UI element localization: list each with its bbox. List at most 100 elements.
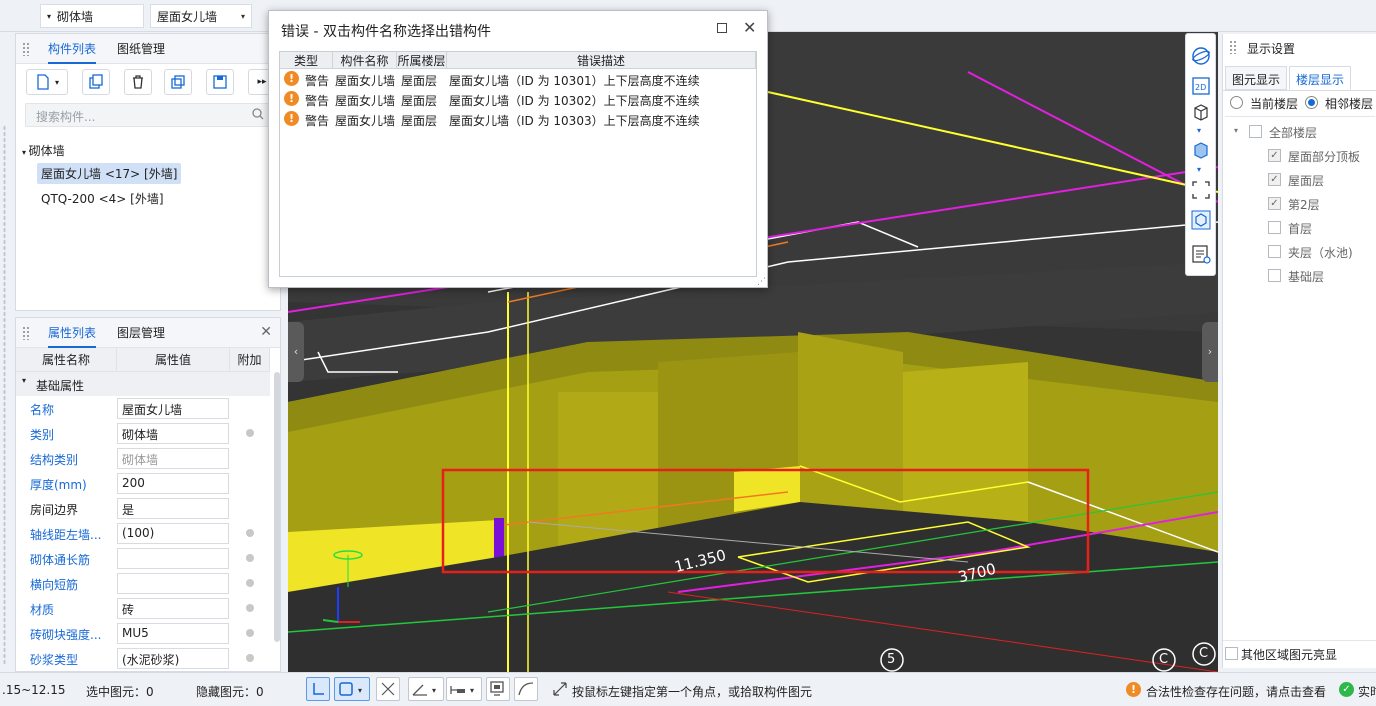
extra-dot-icon[interactable] xyxy=(246,654,254,662)
close-icon[interactable]: ✕ xyxy=(260,324,272,340)
property-value[interactable]: 200 xyxy=(117,473,229,494)
component-type-combo[interactable]: ▾ 砌体墙 xyxy=(40,4,144,28)
extra-dot-icon[interactable] xyxy=(246,604,254,612)
property-row[interactable]: 砌体通长筋 xyxy=(16,546,272,571)
floor-checkbox[interactable]: ✓ xyxy=(1268,197,1281,210)
chevron-down-icon[interactable]: ▾ xyxy=(1234,126,1238,135)
orbit-icon[interactable] xyxy=(1191,46,1211,66)
extra-dot-icon[interactable] xyxy=(246,554,254,562)
curve-toggle[interactable] xyxy=(514,677,538,701)
copy-button[interactable] xyxy=(82,69,110,95)
property-row[interactable]: 砂浆类型 (水泥砂浆) xyxy=(16,646,272,671)
property-row[interactable]: 名称 屋面女儿墙 xyxy=(16,396,272,421)
extra-dot-icon[interactable] xyxy=(246,579,254,587)
extra-dot-icon[interactable] xyxy=(246,529,254,537)
delete-button[interactable] xyxy=(124,69,152,95)
save-template-button[interactable] xyxy=(206,69,234,95)
drag-grip-icon[interactable] xyxy=(22,326,30,340)
display-settings-icon[interactable] xyxy=(1191,244,1211,264)
extra-dot-icon[interactable] xyxy=(246,629,254,637)
floor-checkbox[interactable] xyxy=(1268,245,1281,258)
error-component-name[interactable]: 屋面女儿墙 xyxy=(335,112,395,129)
checkbox-other-region[interactable] xyxy=(1225,647,1238,660)
radio-adjacent-floor[interactable] xyxy=(1305,96,1318,109)
angle-toggle[interactable]: ▾ xyxy=(408,677,444,701)
close-icon[interactable]: ✕ xyxy=(743,18,756,37)
property-scrollbar[interactable] xyxy=(274,372,280,642)
tab-property-list[interactable]: 属性列表 xyxy=(48,324,97,348)
property-value[interactable]: 砌体墙 xyxy=(117,448,229,469)
property-value[interactable]: (100) xyxy=(117,523,229,544)
new-component-button[interactable]: ▾ xyxy=(26,69,68,95)
component-name-combo[interactable]: 屋面女儿墙 ▾ xyxy=(150,4,252,28)
error-row[interactable]: ! 警告 屋面女儿墙 屋面层 屋面女儿墙（ID 为 10302）上下层高度不连续 xyxy=(280,89,756,109)
chevron-down-icon[interactable]: ▾ xyxy=(1197,165,1201,174)
warning-icon[interactable]: ! xyxy=(1126,682,1141,697)
property-row[interactable]: 厚度(mm) 200 xyxy=(16,471,272,496)
col-header-desc[interactable]: 错误描述 xyxy=(447,52,756,69)
tab-component-list[interactable]: 构件列表 xyxy=(48,40,97,64)
cross-toggle[interactable] xyxy=(376,677,400,701)
svg-text:▾: ▾ xyxy=(432,686,436,695)
property-value[interactable]: 砌体墙 xyxy=(117,423,229,444)
snap-toggle[interactable]: ▾ xyxy=(334,677,370,701)
error-row[interactable]: ! 警告 屋面女儿墙 屋面层 屋面女儿墙（ID 为 10301）上下层高度不连续 xyxy=(280,69,756,89)
ortho-toggle[interactable] xyxy=(306,677,330,701)
solid-box-icon[interactable] xyxy=(1191,140,1211,160)
prop-group-basic[interactable]: ▾ 基础属性 xyxy=(16,372,270,396)
tree-item-parapet[interactable]: 屋面女儿墙 <17> [外墙] xyxy=(37,163,182,184)
property-row[interactable]: 房间边界 是 xyxy=(16,496,272,521)
collapse-left-handle[interactable]: ‹ xyxy=(288,322,304,382)
property-value[interactable] xyxy=(117,548,229,569)
maximize-icon[interactable] xyxy=(717,23,727,33)
property-row[interactable]: 轴线距左墙... (100) xyxy=(16,521,272,546)
extra-dot-icon[interactable] xyxy=(246,429,254,437)
radio-current-floor[interactable] xyxy=(1230,96,1243,109)
floor-checkbox[interactable]: ✓ xyxy=(1268,173,1281,186)
3d-box-icon[interactable] xyxy=(1191,102,1211,122)
property-value[interactable]: MU5 xyxy=(117,623,229,644)
tab-drawing-management[interactable]: 图纸管理 xyxy=(117,40,165,57)
property-row[interactable]: 结构类别 砌体墙 xyxy=(16,446,272,471)
drag-grip-icon[interactable] xyxy=(1229,40,1237,54)
error-component-name[interactable]: 屋面女儿墙 xyxy=(335,92,395,109)
drag-grip-icon[interactable] xyxy=(22,42,30,56)
property-value[interactable] xyxy=(117,573,229,594)
tab-element-display[interactable]: 图元显示 xyxy=(1225,66,1288,90)
error-component-name[interactable]: 屋面女儿墙 xyxy=(335,72,395,89)
search-icon[interactable] xyxy=(252,108,264,123)
tree-item-qtq200[interactable]: QTQ-200 <4> [外墙] xyxy=(41,190,164,207)
select-box-icon[interactable] xyxy=(1191,210,1211,230)
property-value[interactable]: (水泥砂浆) xyxy=(117,648,229,669)
search-input[interactable]: 搜索构件... xyxy=(25,103,271,127)
tab-floor-display[interactable]: 楼层显示 xyxy=(1289,66,1352,90)
realtime-label[interactable]: 实时 xyxy=(1358,683,1376,700)
property-row[interactable]: 类别 砌体墙 xyxy=(16,421,272,446)
resize-grip-icon[interactable]: ⋰ xyxy=(757,277,766,287)
display-toggle[interactable] xyxy=(486,677,510,701)
property-row[interactable]: 材质 砖 xyxy=(16,596,272,621)
chevron-down-icon[interactable]: ▾ xyxy=(1197,126,1201,135)
layer-copy-button[interactable] xyxy=(164,69,192,95)
property-name: 轴线距左墙... xyxy=(30,528,102,542)
property-value[interactable]: 屋面女儿墙 xyxy=(117,398,229,419)
property-row[interactable]: 砖砌块强度... MU5 xyxy=(16,621,272,646)
tree-root-masonry-wall[interactable]: ▾ 砌体墙 xyxy=(22,142,65,159)
dimension-toggle[interactable]: ▾ xyxy=(446,677,482,701)
property-value[interactable]: 砖 xyxy=(117,598,229,619)
collapse-right-handle[interactable]: › xyxy=(1202,322,1218,382)
zoom-extent-icon[interactable] xyxy=(1191,180,1211,200)
floor-checkbox[interactable] xyxy=(1268,269,1281,282)
floor-checkbox[interactable] xyxy=(1268,221,1281,234)
col-header-name[interactable]: 构件名称 xyxy=(333,52,397,69)
property-row[interactable]: 横向短筋 xyxy=(16,571,272,596)
col-header-type[interactable]: 类型 xyxy=(280,52,333,69)
col-header-floor[interactable]: 所属楼层 xyxy=(397,52,447,69)
error-row[interactable]: ! 警告 屋面女儿墙 屋面层 屋面女儿墙（ID 为 10303）上下层高度不连续 xyxy=(280,109,756,129)
checkbox-all-floors[interactable] xyxy=(1249,125,1262,138)
tab-layer-management[interactable]: 图层管理 xyxy=(117,324,165,341)
property-value[interactable]: 是 xyxy=(117,498,229,519)
validity-check-message[interactable]: 合法性检查存在问题，请点击查看 xyxy=(1146,683,1326,700)
floor-checkbox[interactable]: ✓ xyxy=(1268,149,1281,162)
2d-view-icon[interactable]: 2D xyxy=(1191,76,1211,96)
